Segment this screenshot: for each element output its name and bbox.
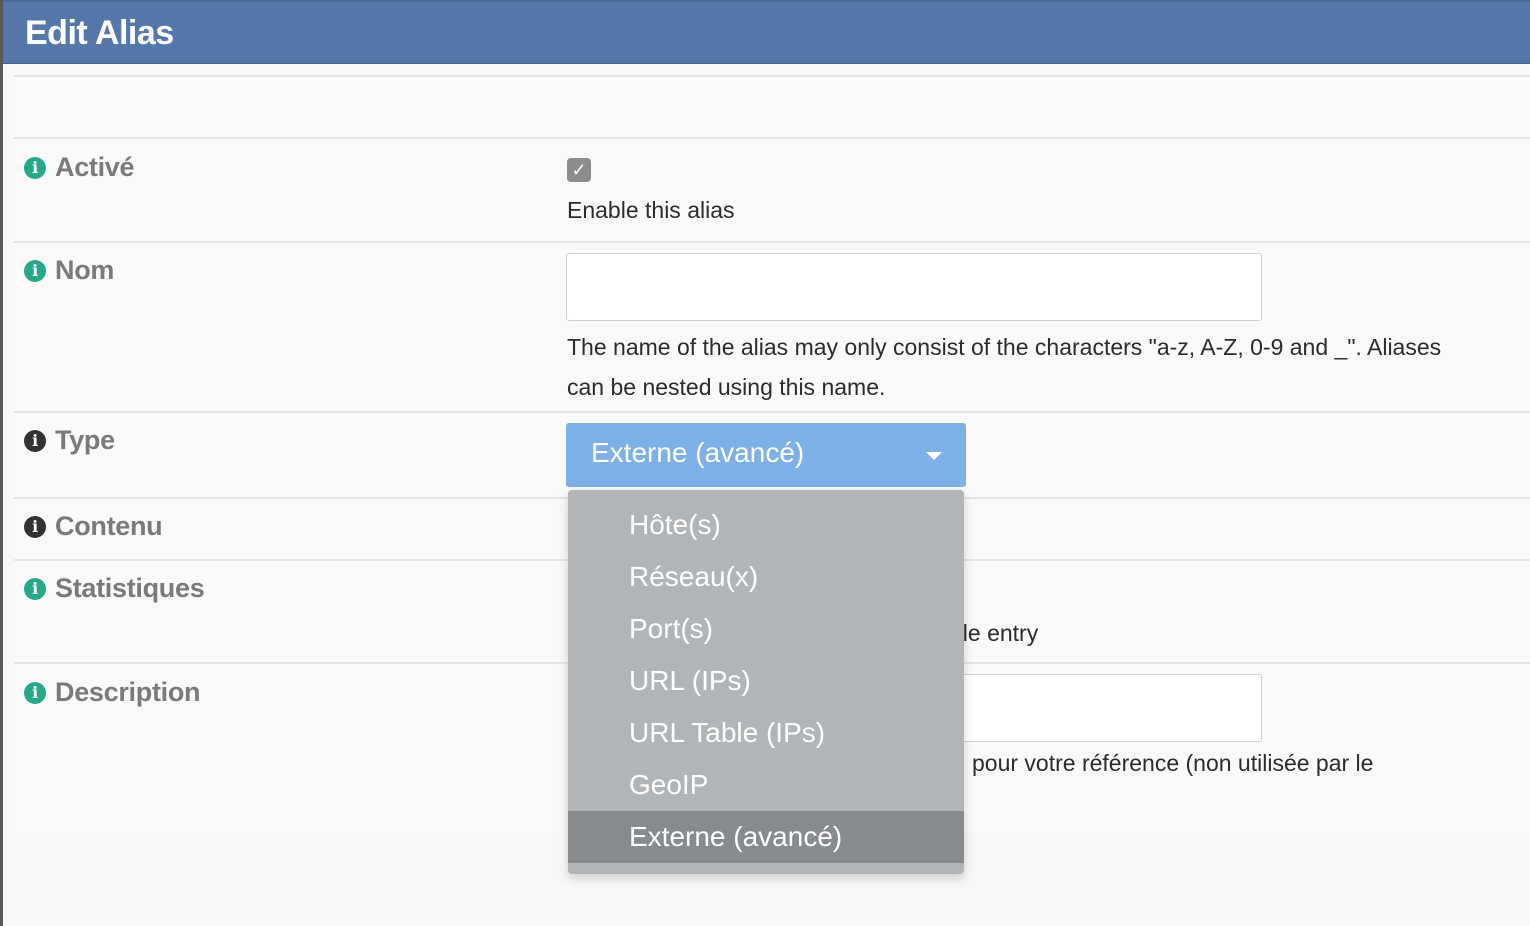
info-icon[interactable]: i	[24, 156, 46, 179]
description-label: i Description	[24, 677, 201, 708]
enabled-description: Enable this alias	[567, 197, 735, 223]
enabled-label: i Activé	[24, 152, 135, 183]
type-label: i Type	[24, 425, 115, 456]
type-option-ports[interactable]: Port(s)	[568, 603, 964, 655]
type-option-networks[interactable]: Réseau(x)	[568, 551, 964, 603]
description-input[interactable]	[950, 674, 1262, 742]
info-icon[interactable]: i	[24, 681, 46, 704]
dialog-title: Edit Alias	[25, 14, 174, 52]
description-help: pour votre référence (non utilisée par l…	[972, 750, 1374, 776]
type-option-url-table-ips[interactable]: URL Table (IPs)	[568, 707, 964, 759]
statistics-label: i Statistiques	[24, 573, 205, 604]
name-help: The name of the alias may only consist o…	[567, 334, 1442, 400]
type-selected-value: Externe (avancé)	[591, 437, 805, 468]
name-input[interactable]	[566, 253, 1262, 321]
row-divider	[14, 75, 1530, 77]
type-option-external-advanced[interactable]: Externe (avancé)	[568, 811, 964, 863]
type-select[interactable]: Externe (avancé)	[566, 423, 966, 487]
info-icon[interactable]: i	[24, 429, 46, 452]
dialog-header: Edit Alias	[3, 0, 1530, 64]
caret-down-icon	[926, 452, 942, 460]
row-divider	[14, 411, 1530, 413]
row-divider	[14, 137, 1530, 139]
info-icon[interactable]: i	[24, 515, 46, 538]
info-icon[interactable]: i	[24, 259, 46, 282]
row-divider	[14, 241, 1530, 243]
type-option-url-ips[interactable]: URL (IPs)	[568, 655, 964, 707]
content-label: i Contenu	[24, 511, 163, 542]
name-label: i Nom	[24, 255, 114, 286]
type-option-hosts[interactable]: Hôte(s)	[568, 499, 964, 551]
window-edge	[0, 0, 3, 926]
info-icon[interactable]: i	[24, 577, 46, 600]
type-option-geoip[interactable]: GeoIP	[568, 759, 964, 811]
type-dropdown-menu: Hôte(s) Réseau(x) Port(s) URL (IPs) URL …	[568, 490, 964, 874]
enabled-checkbox[interactable]: ✓	[567, 158, 591, 182]
